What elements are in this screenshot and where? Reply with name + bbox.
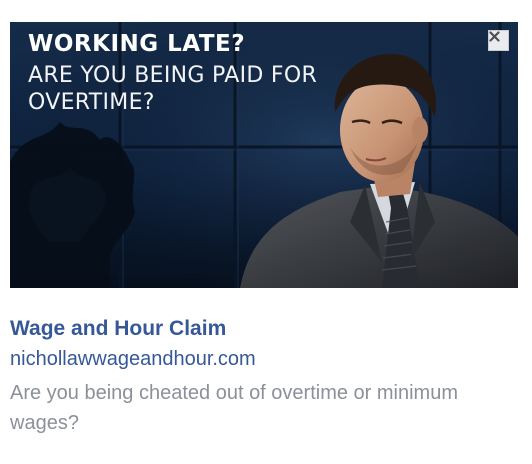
ad-image-headline: WORKING LATE? [28, 31, 246, 57]
close-icon [489, 31, 500, 42]
ad-image[interactable]: WORKING LATE? ARE YOU BEING PAID FOR OVE… [10, 22, 518, 288]
ad-url-link[interactable]: nichollawwageandhour.com [10, 346, 256, 372]
close-ad-button[interactable] [488, 30, 509, 51]
ad-image-subheadline: ARE YOU BEING PAID FOR OVERTIME? [28, 63, 318, 115]
ad-description: Are you being cheated out of overtime or… [10, 382, 458, 434]
ad-title-link[interactable]: Wage and Hour Claim [10, 316, 226, 342]
sponsored-ad-card: WORKING LATE? ARE YOU BEING PAID FOR OVE… [0, 0, 532, 464]
